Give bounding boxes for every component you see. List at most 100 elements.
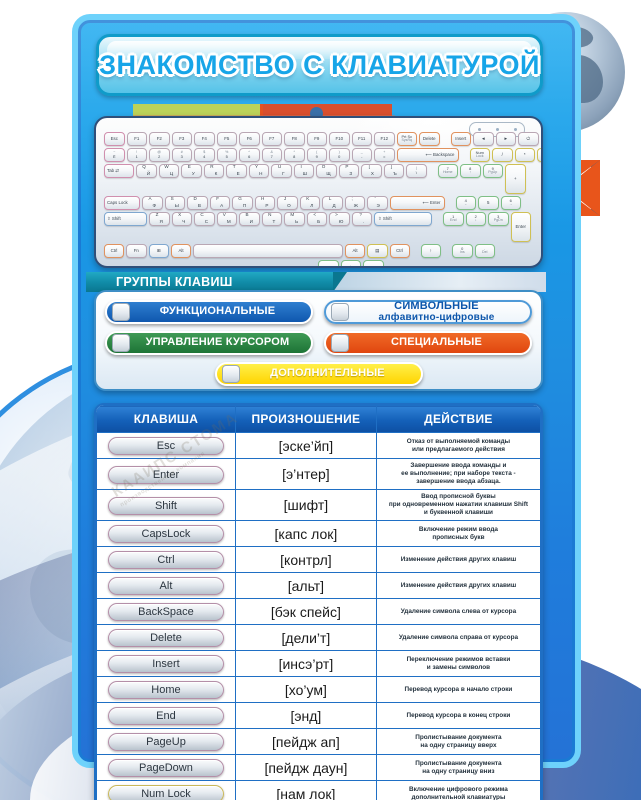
page-title: ЗНАКОМСТВО С КЛАВИАТУРОЙ — [99, 49, 540, 80]
table-cell-pronunciation: [пейдж даун] — [234, 754, 377, 781]
table-cell-pronunciation: [бэк спейс] — [234, 598, 377, 625]
table-cell-pronunciation: [эске’йп] — [234, 432, 377, 459]
table-header-row: КЛАВИША ПРОИЗНОШЕНИЕ ДЕЙСТВИЕ — [96, 405, 541, 433]
key-pill[interactable]: Delete — [107, 629, 224, 647]
table-row: BackSpace [бэк спейс] Удаление символа сле… — [96, 598, 541, 625]
group-button-functional[interactable]: ФУНКЦИОНАЛЬНЫЕ — [105, 300, 313, 324]
keyboard-row-function: Esc F1 F2 F3 F4 F5 F6 F7 F8 F9 F10 F11 F12 Prt Sc… — [104, 132, 539, 146]
keyboard-illustration: Esc F1 F2 F3 F4 F5 F6 F7 F8 F9 F10 F11 F12 Prt Sc… — [94, 116, 543, 268]
keyboard-row-modifiers: Ctrl Fn ⊞ Alt Alt ▤ Ctrl ↑ 0 Ins . Del — [104, 244, 533, 258]
table-cell-action: Переключение режимов вставки и замены сим… — [375, 650, 541, 677]
key-square-icon — [331, 303, 349, 321]
table-body: Esc [эске’йп] Отказ от выполняемой команды… — [96, 432, 541, 800]
column-header-action: ДЕЙСТВИЕ — [375, 405, 541, 433]
table-cell-pronunciation: [инсэ’рт] — [234, 650, 377, 677]
table-row: CapsLock [капс лок] Включение режим ввода п… — [96, 520, 541, 547]
table-cell-pronunciation: [капс лок] — [234, 520, 377, 547]
keys-table-wrapper: КЛАВИША ПРОИЗНОШЕНИЕ ДЕЙСТВИЕ Esc [эске’й… — [94, 403, 543, 800]
key-pill[interactable]: Alt — [107, 577, 224, 595]
table-cell-key: Ctrl — [96, 546, 236, 573]
poster-board: ЗНАКОМСТВО С КЛАВИАТУРОЙ Esc F1 F2 F3 F4 F5… — [72, 14, 581, 800]
table-cell-key: PageDown — [96, 754, 236, 781]
table-row: PageUp [пейдж ап] Пролистывание документа н… — [96, 728, 541, 755]
column-header-pron: ПРОИЗНОШЕНИЕ — [234, 405, 377, 433]
table-row: Alt [альт] Изменение действия других клави… — [96, 572, 541, 599]
table-cell-action: Отказ от выполняемой команды или предлага… — [375, 432, 541, 459]
keyboard-row-top: Tab ⇄ QЙ WЦ EУ RК TЕ YН UГ IШ OЩ PЗ [Х ]… — [104, 164, 533, 194]
group-button-additional[interactable]: ДОПОЛНИТЕЛЬНЫЕ — [215, 362, 423, 386]
table-cell-pronunciation: [э’нтер] — [234, 458, 377, 490]
group-label-symbolic-line2: алфавитно-цифровые — [378, 311, 495, 323]
key-pill[interactable]: CapsLock — [107, 525, 224, 543]
group-label-additional: ДОПОЛНИТЕЛЬНЫЕ — [270, 367, 385, 380]
key-pill[interactable]: PageDown — [107, 759, 224, 777]
groups-ribbon: ГРУППЫ КЛАВИШ — [86, 272, 347, 292]
table-cell-key: Esc — [96, 432, 236, 459]
table-cell-action: Включение режим ввода прописных букв — [375, 520, 541, 547]
key-pill[interactable]: Insert — [107, 655, 224, 673]
table-row: Num Lock [нам лок] Включение цифрового реж… — [96, 780, 541, 800]
key-pill[interactable]: Esc — [107, 437, 224, 455]
poster-canvas: ЗНАКОМСТВО С КЛАВИАТУРОЙ Esc F1 F2 F3 F4 F5… — [0, 0, 641, 800]
table-cell-key: Num Lock — [96, 780, 236, 800]
table-cell-action: Ввод прописной буквы при одновременном на… — [375, 489, 541, 521]
group-button-symbolic[interactable]: СИМВОЛЬНЫЕ алфавитно-цифровые — [324, 300, 532, 324]
key-pill[interactable]: PageUp — [107, 733, 224, 751]
table-cell-action: Перевод курсора в конец строки — [375, 702, 541, 729]
key-square-icon — [331, 334, 349, 352]
table-cell-key: BackSpace — [96, 598, 236, 625]
key-square-icon — [112, 334, 130, 352]
keyboard-row-home: Caps Lock AФ SЫ DВ FА GП HР JО KЛ LД ; Ж … — [104, 196, 533, 210]
table-row: Esc [эске’йп] Отказ от выполняемой команды… — [96, 432, 541, 459]
group-button-cursor[interactable]: УПРАВЛЕНИЕ КУРСОРОМ — [105, 331, 313, 355]
column-header-key: КЛАВИША — [96, 405, 236, 433]
group-label-cursor: УПРАВЛЕНИЕ КУРСОРОМ — [145, 336, 290, 349]
key-pill[interactable]: Home — [107, 681, 224, 699]
table-cell-pronunciation: [хо’ум] — [234, 676, 377, 703]
table-cell-action: Удаление символа слева от курсора — [375, 598, 541, 625]
key-square-icon — [112, 303, 130, 321]
key-groups-panel: ФУНКЦИОНАЛЬНЫЕ СИМВОЛЬНЫЕ алфавитно-цифр… — [94, 290, 543, 391]
table-cell-key: Home — [96, 676, 236, 703]
table-cell-pronunciation: [энд] — [234, 702, 377, 729]
key-square-icon — [222, 365, 240, 383]
table-cell-pronunciation: [дели’т] — [234, 624, 377, 651]
table-cell-key: Enter — [96, 458, 236, 490]
keyboard-row-numbers: ~ Ё ! 1 @2 #3 $4 % 5 ^ 6 & 7 * 8 (9 ) 0 _ - + = ⟵… — [104, 148, 541, 162]
table-cell-key: End — [96, 702, 236, 729]
table-cell-pronunciation: [альт] — [234, 572, 377, 599]
table-cell-key: PageUp — [96, 728, 236, 755]
group-button-special[interactable]: СПЕЦИАЛЬНЫЕ — [324, 331, 532, 355]
table-cell-action: Пролистывание документа на одну страницу … — [375, 728, 541, 755]
table-cell-key: Insert — [96, 650, 236, 677]
table-row: Ctrl [контрл] Изменение действия других кл… — [96, 546, 541, 573]
table-row: Home [хо’ум] Перевод курсора в начало стро… — [96, 676, 541, 703]
key-pill[interactable]: Enter — [107, 465, 224, 484]
keyboard-row-bottom: ⇧ Shift ZЯ XЧ CС VМ BИ NТ MЬ < Б > Ю ?. ⇧ … — [104, 212, 533, 242]
groups-ribbon-tail — [331, 272, 546, 292]
table-cell-pronunciation: [пейдж ап] — [234, 728, 377, 755]
page-title-plate: ЗНАКОМСТВО С КЛАВИАТУРОЙ — [96, 34, 543, 96]
table-cell-pronunciation: [нам лок] — [234, 780, 377, 800]
table-row: Delete [дели’т] Удаление символа справа от… — [96, 624, 541, 651]
table-row: Enter [э’нтер] Завершение ввода команды ие… — [96, 458, 541, 490]
table-cell-key: Shift — [96, 489, 236, 521]
group-label-symbolic: СИМВОЛЬНЫЕ алфавитно-цифровые — [349, 299, 530, 323]
table-cell-action: Перевод курсора в начало строки — [375, 676, 541, 703]
table-cell-key: CapsLock — [96, 520, 236, 547]
key-pill[interactable]: Ctrl — [107, 551, 224, 569]
table-row: End [энд] Перевод курсора в конец строки — [96, 702, 541, 729]
table-row: Insert [инсэ’рт] Переключение режимов вста… — [96, 650, 541, 677]
group-label-functional: ФУНКЦИОНАЛЬНЫЕ — [159, 305, 276, 318]
key-pill[interactable]: End — [107, 707, 224, 725]
group-label-symbolic-line1: СИМВОЛЬНЫЕ — [394, 299, 479, 312]
keys-table: КЛАВИША ПРОИЗНОШЕНИЕ ДЕЙСТВИЕ Esc [эске’й… — [96, 405, 541, 800]
group-label-special: СПЕЦИАЛЬНЫЕ — [390, 336, 483, 349]
key-pill[interactable]: BackSpace — [107, 603, 224, 621]
key-pill[interactable]: Num Lock — [107, 785, 224, 800]
table-row: PageDown [пейдж даун] Пролистывание докуме… — [96, 754, 541, 781]
key-pill[interactable]: Shift — [107, 496, 224, 515]
table-cell-action: Изменение действия других клавиш — [375, 546, 541, 573]
table-cell-action: Пролистывание документа на одну страницу … — [375, 754, 541, 781]
table-cell-pronunciation: [шифт] — [234, 489, 377, 521]
